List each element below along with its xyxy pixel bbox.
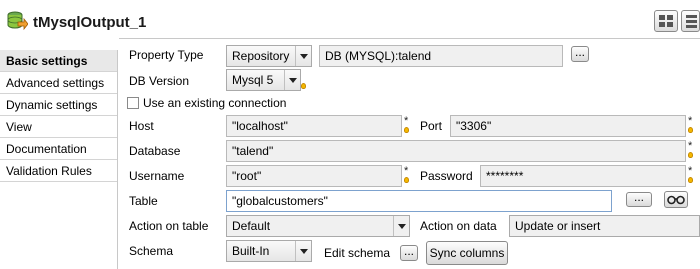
sidebar-item-dynamic-settings[interactable]: Dynamic settings xyxy=(0,94,117,116)
action-on-data-select[interactable]: Update or insert xyxy=(509,215,700,237)
table-label: Table xyxy=(129,194,158,208)
required-mark: * xyxy=(688,140,693,152)
sidebar-item-validation-rules[interactable]: Validation Rules xyxy=(0,160,117,182)
db-version-label: DB Version xyxy=(129,74,190,88)
mysql-output-icon xyxy=(6,10,29,32)
repository-field[interactable]: DB (MYSQL):talend xyxy=(319,45,563,67)
action-on-table-value: Default xyxy=(232,219,271,233)
repository-browse-button[interactable]: ... xyxy=(571,46,589,62)
chevron-down-icon xyxy=(284,70,300,90)
database-field[interactable]: "talend" xyxy=(226,140,686,162)
required-mark: * xyxy=(688,115,693,127)
action-on-table-select[interactable]: Default xyxy=(226,215,410,237)
existing-connection-label: Use an existing connection xyxy=(143,96,287,110)
required-mark: * xyxy=(688,165,693,177)
action-on-table-label: Action on table xyxy=(129,219,209,233)
username-field[interactable]: "root" xyxy=(226,165,402,187)
table-browse-button[interactable]: ... xyxy=(626,191,652,207)
hint-bulb-icon xyxy=(301,83,306,89)
edit-schema-button[interactable]: ... xyxy=(400,245,418,261)
action-on-data-value: Update or insert xyxy=(515,219,601,233)
property-type-label: Property Type xyxy=(129,48,204,62)
action-on-data-label: Action on data xyxy=(420,219,497,233)
schema-select[interactable]: Built-In xyxy=(226,240,312,262)
chevron-down-icon xyxy=(295,46,311,66)
required-mark: * xyxy=(404,165,409,177)
grid-view-button[interactable] xyxy=(654,10,678,32)
existing-connection-checkbox[interactable] xyxy=(127,97,139,109)
sync-columns-button[interactable]: Sync columns xyxy=(426,241,508,265)
property-type-select[interactable]: Repository xyxy=(226,45,312,67)
list-view-button[interactable] xyxy=(681,10,700,32)
host-label: Host xyxy=(129,119,154,133)
schema-label: Schema xyxy=(129,244,174,258)
sidebar-item-view[interactable]: View xyxy=(0,116,117,138)
hint-bulb-icon xyxy=(688,127,693,133)
sidebar-item-documentation[interactable]: Documentation xyxy=(0,138,117,160)
password-field[interactable]: ******** xyxy=(480,165,686,187)
database-label: Database xyxy=(129,144,181,158)
table-preview-button[interactable] xyxy=(664,191,688,208)
chevron-down-icon xyxy=(393,216,409,236)
password-label: Password xyxy=(420,169,473,183)
edit-schema-label: Edit schema xyxy=(324,246,391,260)
settings-sidebar: Basic settings Advanced settings Dynamic… xyxy=(0,50,118,269)
port-field[interactable]: "3306" xyxy=(450,115,686,137)
component-title: tMysqlOutput_1 xyxy=(33,14,147,31)
table-field[interactable]: "globalcustomers" xyxy=(226,190,612,212)
port-label: Port xyxy=(420,119,443,133)
host-field[interactable]: "localhost" xyxy=(226,115,402,137)
chevron-down-icon xyxy=(295,241,311,261)
required-mark: * xyxy=(404,115,409,127)
binoculars-icon xyxy=(667,195,685,205)
hint-bulb-icon xyxy=(688,177,693,183)
property-type-value: Repository xyxy=(232,49,290,63)
hint-bulb-icon xyxy=(688,152,693,158)
username-label: Username xyxy=(129,169,185,183)
schema-value: Built-In xyxy=(232,244,270,258)
sidebar-item-basic-settings[interactable]: Basic settings xyxy=(0,50,117,72)
db-version-select[interactable]: Mysql 5 xyxy=(226,69,301,91)
db-version-value: Mysql 5 xyxy=(232,73,274,87)
hint-bulb-icon xyxy=(404,177,409,183)
hint-bulb-icon xyxy=(404,127,409,133)
sidebar-item-advanced-settings[interactable]: Advanced settings xyxy=(0,72,117,94)
